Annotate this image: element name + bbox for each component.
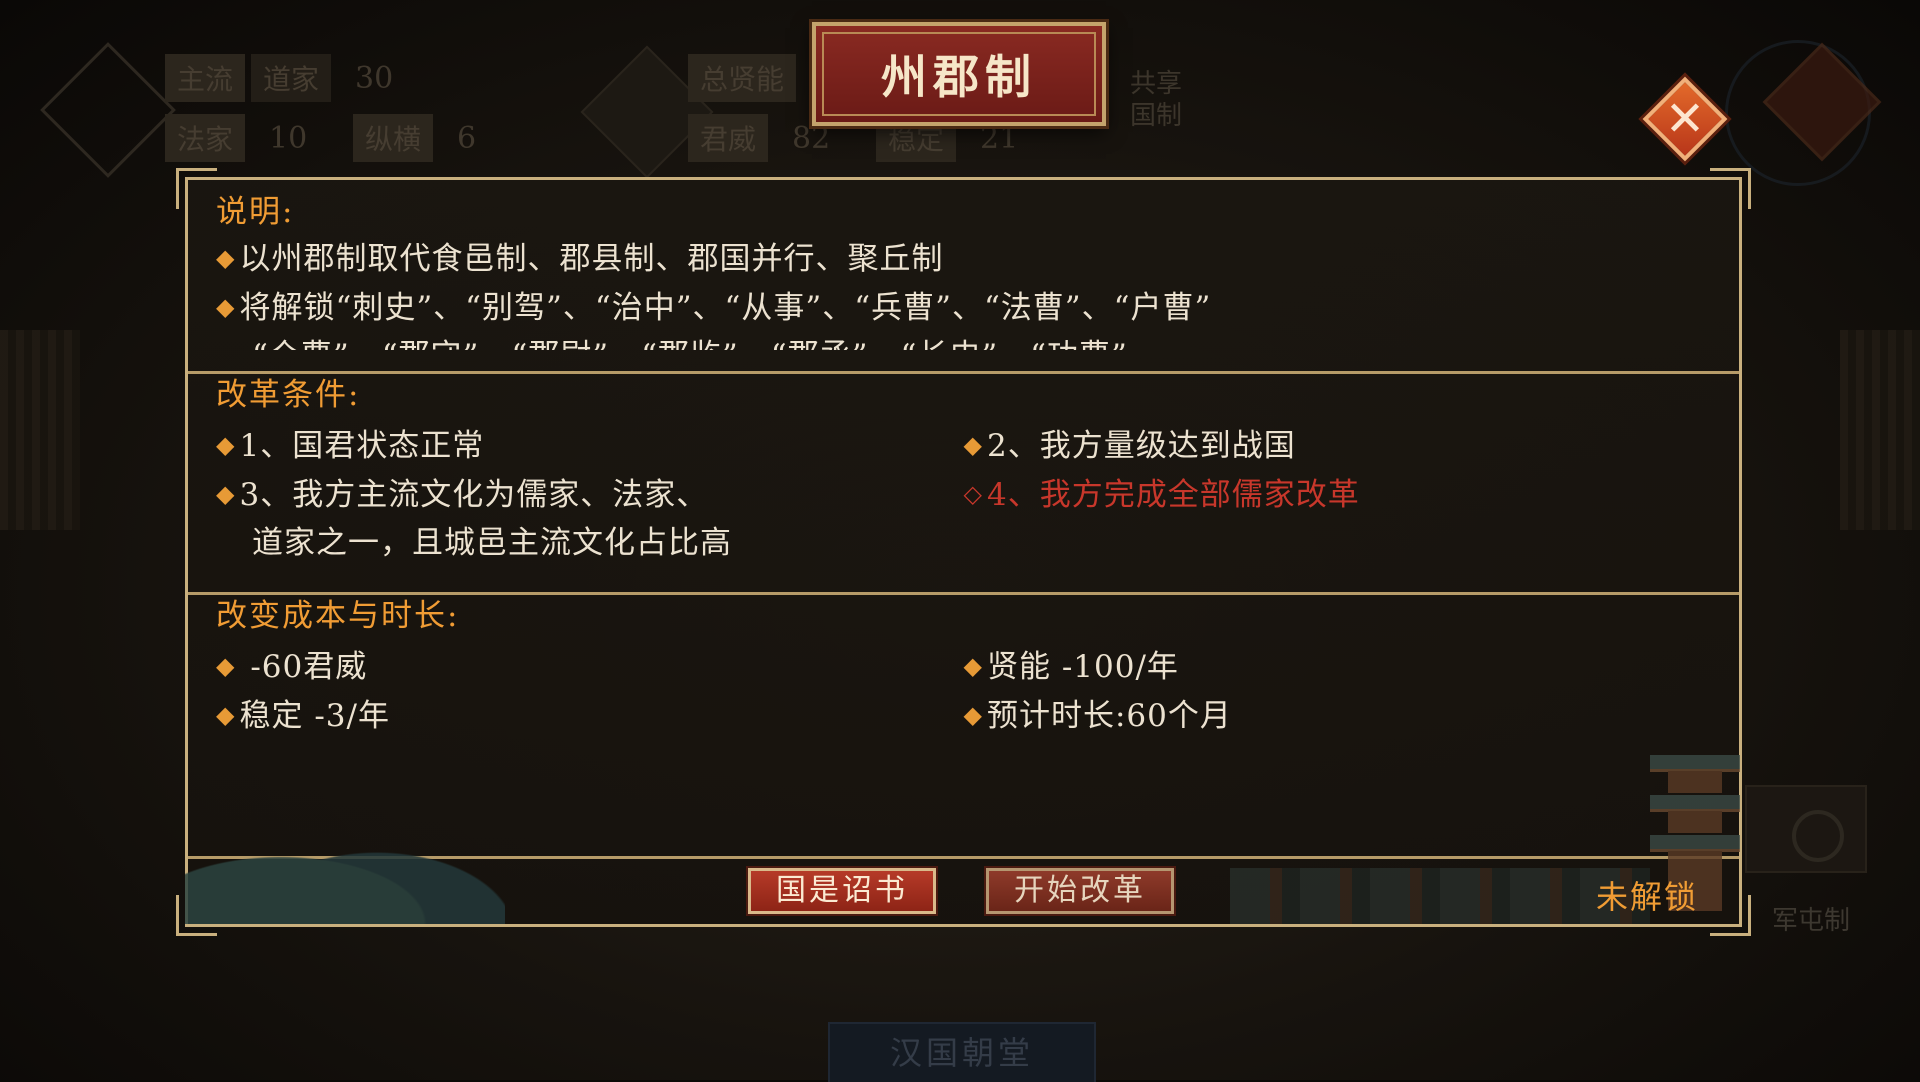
bullet-icon: ◆: [216, 701, 236, 729]
condition-item: ◆ 2、我方量级达到战国: [964, 421, 1712, 470]
bullet-icon: ◆: [963, 652, 983, 680]
cost-section: 改变成本与时长: ◆ -60君威 ◆ 稳定 -3/年 ◆ 贤能 -100/年 ◆ 预计…: [216, 594, 1711, 740]
cost-grid: ◆ -60君威 ◆ 稳定 -3/年 ◆ 贤能 -100/年 ◆ 预计时长:60个月: [216, 642, 1711, 740]
cost-item: ◆ 贤能 -100/年: [964, 642, 1712, 691]
panel-corner: [1710, 168, 1751, 209]
bg-stat-tag: 纵横: [353, 114, 434, 162]
cost-text: -60君威: [239, 649, 368, 685]
condition-item: ◆ 3、我方主流文化为儒家、法家、: [216, 470, 964, 519]
town-decoration: [1230, 868, 1650, 924]
conditions-grid: ◆ 1、国君状态正常 ◆ 3、我方主流文化为儒家、法家、 道家之一，且城邑主流文化占…: [216, 421, 1711, 568]
conditions-title: 改革条件:: [216, 377, 361, 413]
hollow-bullet-icon: ◇: [963, 480, 983, 508]
conditions-col-left: ◆ 1、国君状态正常 ◆ 3、我方主流文化为儒家、法家、 道家之一，且城邑主流文化占…: [216, 421, 964, 568]
description-text: 以州郡制取代食邑制、郡县制、郡国并行、聚丘制: [239, 241, 944, 277]
bg-stat-tag: 法家: [165, 114, 246, 162]
cost-item: ◆ 预计时长:60个月: [964, 691, 1712, 740]
cost-col-right: ◆ 贤能 -100/年 ◆ 预计时长:60个月: [964, 642, 1712, 740]
bullet-icon: ◆: [216, 244, 236, 272]
condition-item-unmet: ◇ 4、我方完成全部儒家改革: [964, 470, 1712, 519]
bullet-icon: ◆: [963, 431, 983, 459]
bullet-icon: ◆: [216, 431, 236, 459]
bg-lattice-right: [1840, 330, 1920, 530]
condition-text: 4、我方完成全部儒家改革: [986, 477, 1360, 513]
condition-text: 3、我方主流文化为儒家、法家、: [239, 477, 709, 513]
condition-item-cont: 道家之一，且城邑主流文化占比高: [216, 519, 964, 568]
bullet-icon: ◆: [216, 480, 236, 508]
bg-stat-tag: 总贤能: [688, 54, 797, 102]
description-section[interactable]: 说明: ◆ 以州郡制取代食邑制、郡县制、郡国并行、聚丘制 ◆ 将解锁“刺史”、“别驾…: [216, 190, 1711, 350]
start-reform-button[interactable]: 开始改革: [986, 868, 1174, 914]
bullet-icon: ◆: [963, 701, 983, 729]
description-line: ◆ 以州郡制取代食邑制、郡县制、郡国并行、聚丘制: [216, 234, 1711, 283]
mountain-decoration: [185, 820, 505, 924]
pagoda-tier: [1650, 835, 1740, 852]
bg-stat-value: 30: [355, 60, 394, 96]
bg-culture-stats: 主流 道家 30 法家 10 纵横 6: [165, 54, 541, 175]
cost-col-left: ◆ -60君威 ◆ 稳定 -3/年: [216, 642, 964, 740]
description-text: “仓曹”、“郡守”、“郡尉”、“郡监”、“郡丞”、“长史”、“功曹”: [252, 338, 1128, 350]
condition-item: ◆ 1、国君状态正常: [216, 421, 964, 470]
lock-status: 未解锁: [1596, 878, 1699, 916]
conditions-section: 改革条件: ◆ 1、国君状态正常 ◆ 3、我方主流文化为儒家、法家、 道家之一，且城…: [216, 373, 1711, 568]
pagoda-tier: [1650, 755, 1740, 772]
bg-stat-row: 主流 道家 30: [165, 54, 541, 102]
description-line: “仓曹”、“郡守”、“郡尉”、“郡监”、“郡丞”、“长史”、“功曹”: [216, 332, 1711, 350]
bullet-icon: ◆: [216, 293, 236, 321]
bg-stat-row: 法家 10 纵横 6: [165, 114, 541, 162]
cost-text: 贤能 -100/年: [986, 649, 1179, 685]
dialog-title: 州郡制: [881, 50, 1037, 104]
close-icon: ✕: [1664, 91, 1706, 147]
bg-shared-system-tag: 共享国制: [1130, 69, 1183, 131]
dialog-title-plaque: 州郡制: [812, 22, 1106, 126]
condition-text: 2、我方量级达到战国: [986, 428, 1296, 464]
bg-lattice-left: [0, 330, 80, 530]
description-text: 将解锁“刺史”、“别驾”、“治中”、“从事”、“兵曹”、“法曹”、“户曹”: [239, 290, 1212, 326]
bg-node-label: 军屯制: [1772, 906, 1851, 936]
condition-text: 1、国君状态正常: [239, 428, 485, 464]
bg-node-ring-icon: [1792, 810, 1844, 862]
conditions-col-right: ◆ 2、我方量级达到战国 ◇ 4、我方完成全部儒家改革: [964, 421, 1712, 568]
bg-stat-value: 6: [457, 120, 477, 156]
bg-courtyard-title: 汉国朝堂: [828, 1022, 1096, 1082]
cost-title: 改变成本与时长:: [216, 598, 460, 634]
description-line: ◆ 将解锁“刺史”、“别驾”、“治中”、“从事”、“兵曹”、“法曹”、“户曹”: [216, 283, 1711, 332]
bg-stat-tag: 道家: [251, 54, 332, 102]
reform-panel: 说明: ◆ 以州郡制取代食邑制、郡县制、郡国并行、聚丘制 ◆ 将解锁“刺史”、“别驾…: [176, 168, 1751, 936]
cost-text: 预计时长:60个月: [986, 698, 1232, 734]
cost-item: ◆ -60君威: [216, 642, 964, 691]
close-button[interactable]: ✕: [1642, 76, 1728, 162]
panel-corner: [176, 168, 217, 209]
bg-stat-tag: 主流: [165, 54, 246, 102]
edict-button[interactable]: 国是诏书: [748, 868, 936, 914]
cost-text: 稳定 -3/年: [239, 698, 390, 734]
bullet-icon: ◆: [216, 652, 236, 680]
pagoda-body: [1668, 811, 1722, 833]
condition-text: 道家之一，且城邑主流文化占比高: [252, 525, 732, 561]
description-title: 说明:: [216, 194, 295, 230]
bg-stat-value: 10: [269, 120, 308, 156]
pagoda-tier: [1650, 795, 1740, 812]
bg-stat-tag: 君威: [688, 114, 769, 162]
pagoda-body: [1668, 771, 1722, 793]
cost-item: ◆ 稳定 -3/年: [216, 691, 964, 740]
